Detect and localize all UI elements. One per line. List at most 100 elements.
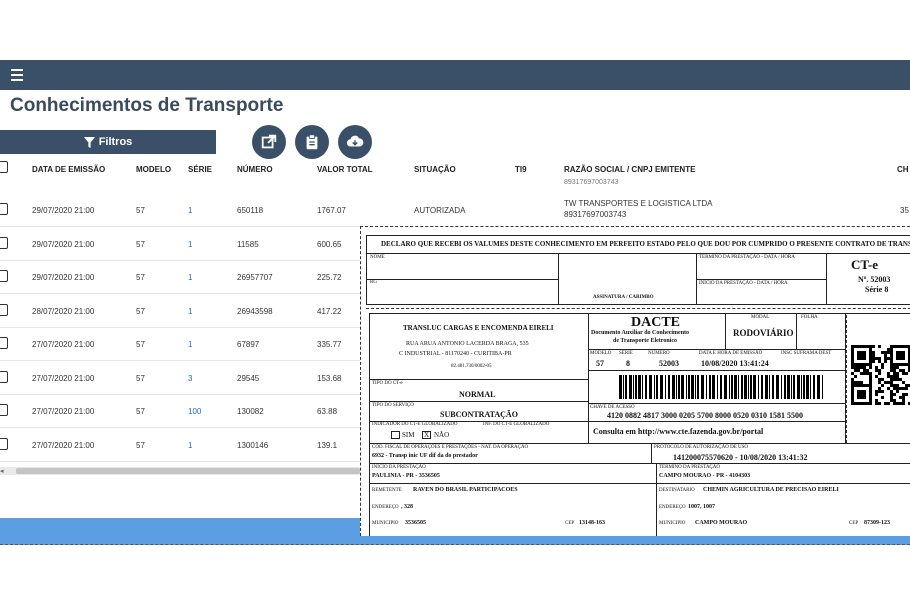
barcode-bar (817, 375, 820, 399)
cell-data-emissao: 29/07/2020 21:00 (32, 273, 95, 282)
modal-value: RODOVIÁRIO (733, 328, 794, 338)
sim-checkbox[interactable] (391, 431, 400, 439)
dest-municipio-value: CAMPO MOURAO (695, 520, 748, 526)
cell-modelo: 57 (136, 239, 145, 249)
cell-situacao: AUTORIZADA (414, 206, 466, 215)
scrollbar-thumb[interactable] (16, 468, 360, 474)
dest-cep-value: 87309-123 (864, 520, 890, 526)
header-situacao[interactable]: SITUAÇÃO (414, 165, 456, 174)
main-divider-h2 (588, 370, 845, 371)
main-divider-v6 (656, 463, 657, 536)
table-row[interactable]: 29/07/2020 21:00 57 1 650118 1767.07 AUTORIZA… (0, 193, 910, 227)
insc-suframa-label: INSC SUFRAMA DEST (781, 351, 832, 356)
nao-checkbox[interactable]: X (422, 431, 431, 439)
rem-municipio-value: 3536505 (405, 520, 426, 526)
menu-icon[interactable] (11, 69, 25, 81)
barcode-bar (772, 375, 774, 399)
cell-valor-total: 417.22 (317, 306, 342, 316)
barcode-bar (803, 375, 805, 399)
cell-valor-total: 335.77 (317, 340, 342, 349)
cte-serie: Série 8 (865, 285, 889, 294)
barcode-bar (635, 375, 637, 399)
remetente-value: RAVEN DO BRASIL PARTICIPACOES (413, 487, 518, 493)
nome-label: NOME (370, 255, 385, 260)
main-divider-h7 (369, 443, 910, 444)
cloud-download-button[interactable] (338, 125, 372, 159)
cell-valor-total: 153.68 (317, 373, 342, 383)
cell-numero: 67897 (237, 340, 260, 349)
cell-data-emissao: 27/07/2020 21:00 (32, 373, 95, 383)
emitente-cidade: C INDUSTRIAL - 81170240 - CURITIBA-PR (399, 351, 512, 357)
barcode-bar (695, 375, 696, 399)
row-checkbox[interactable] (0, 303, 8, 316)
barcode-bar (793, 375, 795, 399)
termino-label: TÉRMINO DA PRESTAÇÃO - DATA / HORA (699, 255, 795, 260)
barcode-bar (688, 375, 690, 399)
barcode-bar (791, 375, 792, 399)
indicador-label: INDICADOR DO CT-E GLOBALIZADO (372, 422, 458, 427)
barcode-bar (623, 375, 624, 399)
cell-valor-total: 225.72 (317, 273, 342, 282)
select-all-checkbox[interactable] (0, 161, 8, 173)
cfop-value: 6932 - Transp inic UF dif da do prestado… (372, 453, 478, 459)
barcode-bar (642, 375, 643, 399)
cell-data-emissao: 27/07/2020 21:00 (32, 440, 95, 450)
barcode-bar (822, 375, 823, 399)
main-divider-h5 (588, 403, 845, 404)
header-data-emissao[interactable]: DATA DE EMISSÃO (32, 165, 105, 174)
row-checkbox[interactable] (0, 370, 8, 383)
cut-line (366, 308, 910, 309)
row-checkbox[interactable] (0, 404, 8, 416)
row-checkbox[interactable] (0, 270, 8, 282)
receipt-divider (366, 253, 910, 254)
barcode-bar (748, 375, 749, 399)
header-numero[interactable]: NÚMERO (237, 165, 273, 174)
rem-municipio-label: MUNICIPIO (372, 521, 399, 526)
horizontal-scrollbar[interactable]: ◂ (0, 467, 360, 475)
header-serie[interactable]: SÉRIE (188, 165, 212, 174)
barcode-bar (665, 375, 666, 399)
cell-serie: 1 (188, 273, 193, 282)
barcode-bar (801, 375, 802, 399)
cell-numero: 26957707 (237, 273, 273, 282)
barcode-bar (724, 375, 727, 399)
cell-modelo: 57 (136, 373, 145, 383)
main-divider-v1 (588, 313, 589, 443)
filter-button[interactable]: Filtros (0, 130, 216, 154)
header-valor-total[interactable]: VALOR TOTAL (317, 165, 373, 174)
header-ch[interactable]: CH (897, 165, 909, 174)
row-checkbox[interactable] (0, 203, 8, 215)
open-external-button[interactable] (252, 125, 286, 159)
cell-data-emissao: 29/07/2020 21:00 (32, 206, 95, 215)
main-divider-v2 (725, 313, 726, 349)
header-modelo[interactable]: MODELO (136, 165, 171, 174)
dest-municipio-label: MUNICIPIO (659, 521, 686, 526)
row-checkbox[interactable] (0, 236, 8, 249)
emitente-name: TRANSLUC CARGAS E ENCOMENDA EIRELI (403, 324, 554, 332)
qr-dashed-border (846, 315, 910, 443)
consulta-text: Consulta em http://www.cte.fazenda.gov.b… (593, 427, 764, 436)
termino-prestacao-label: TÉRMINO DA PRESTAÇÃO (659, 465, 720, 470)
scroll-left-icon[interactable]: ◂ (0, 467, 4, 475)
main-divider-h1 (588, 349, 845, 350)
emitente-endereco: RUA ARUA ANTONIO LACERDA BRAGA, 535 (406, 341, 529, 347)
data-emissao-value: 10/08/2020 13:41:24 (701, 359, 769, 368)
cell-modelo: 57 (136, 306, 145, 316)
barcode-bar (701, 375, 704, 399)
main-divider-h9 (369, 483, 910, 484)
row-checkbox[interactable] (0, 437, 8, 450)
serie-value: 8 (626, 359, 630, 368)
cell-valor-total: 600.65 (317, 239, 342, 249)
cell-razao-social: TW TRANSPORTES E LOGISTICA LTDA (564, 199, 713, 208)
header-ti9[interactable]: TI9 (515, 165, 527, 174)
barcode-bar (738, 375, 739, 399)
barcode-bar (810, 375, 811, 399)
clipboard-button[interactable] (295, 125, 329, 159)
row-checkbox[interactable] (0, 337, 8, 349)
barcode-bar (656, 375, 658, 399)
dest-endereco-label: ENDEREÇO (659, 505, 686, 510)
clipboard-icon (306, 134, 318, 150)
header-razao-social[interactable]: RAZÃO SOCIAL / CNPJ EMITENTE (564, 165, 695, 174)
dacte-subtitle-1: Documento Auxiliar do Conhecimento (591, 330, 690, 336)
main-divider-h8 (369, 463, 910, 464)
